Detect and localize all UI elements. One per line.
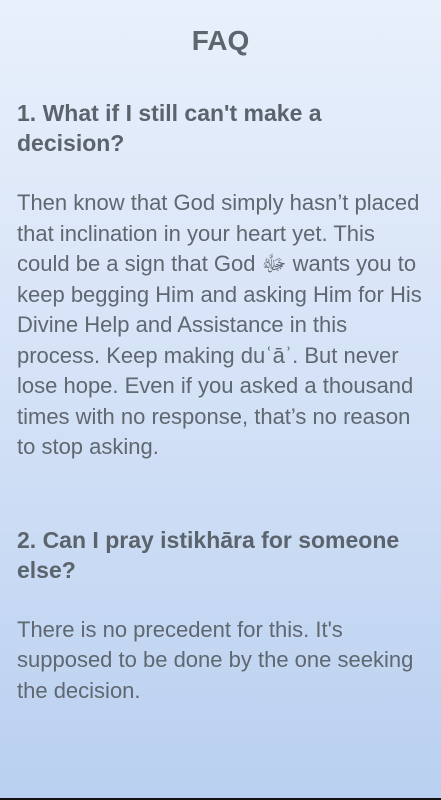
faq-answer: Then know that God simply hasn’t placed …: [17, 190, 422, 459]
faq-item: 2. Can I pray istikhāra for someone else…: [17, 525, 427, 707]
page-title: FAQ: [191, 25, 250, 56]
faq-spacer: [17, 463, 427, 525]
faq-list: 1. What if I still can't make a decision…: [17, 98, 427, 706]
faq-question: 2. Can I pray istikhāra for someone else…: [17, 526, 400, 583]
faq-question: 1. What if I still can't make a decision…: [17, 100, 322, 156]
faq-item: 1. What if I still can't make a decision…: [17, 98, 427, 463]
faq-answer: There is no precedent for this. It's sup…: [17, 616, 414, 703]
